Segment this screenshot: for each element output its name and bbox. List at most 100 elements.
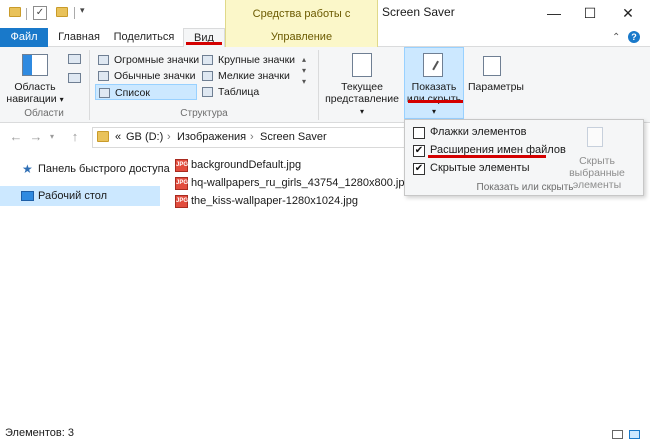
hide-selected-line1: Скрыть выбранные	[569, 155, 625, 179]
tab-file[interactable]: Файл	[0, 28, 48, 47]
file-name: hq-wallpapers_ru_girls_43754_1280x800.jp…	[191, 177, 411, 189]
breadcrumb-screen-saver[interactable]: Screen Saver	[260, 131, 327, 143]
breadcrumb-separator[interactable]: ›	[167, 131, 171, 143]
layout-small-icons[interactable]: Мелкие значки	[199, 68, 299, 84]
new-folder-icon[interactable]	[56, 7, 68, 17]
item-checkboxes-label: Флажки элементов	[430, 126, 527, 138]
file-extensions-checkbox[interactable]: ✔	[413, 145, 425, 157]
options-icon	[483, 56, 501, 76]
current-view-line2: представление	[325, 93, 399, 105]
current-view-button[interactable]: Текущее представление ▾	[322, 81, 402, 118]
layout-large-icons[interactable]: Крупные значки	[199, 52, 299, 68]
list-item[interactable]: JPG backgroundDefault.jpg	[174, 157, 414, 174]
options-label: Параметры	[468, 81, 524, 93]
divider	[26, 8, 27, 20]
show-hide-line1: Показать	[411, 81, 457, 93]
jpg-file-icon: JPG	[175, 195, 188, 208]
tab-view[interactable]: Вид	[183, 28, 225, 48]
navpane-label: Панель быстрого доступа	[38, 163, 170, 175]
annotation-underline-view	[186, 42, 222, 45]
layout-label: Мелкие значки	[218, 70, 290, 82]
help-icon[interactable]: ?	[628, 31, 640, 43]
layout-label: Список	[115, 87, 150, 99]
tab-share[interactable]: Поделиться	[110, 28, 178, 47]
items-count: Элементов: 3	[5, 427, 74, 439]
large-icons-view-icon[interactable]	[629, 430, 640, 439]
jpg-file-icon: JPG	[175, 177, 188, 190]
chevron-down-icon: ▾	[431, 107, 436, 116]
preview-pane-icon[interactable]	[68, 54, 81, 64]
folder-icon	[9, 7, 21, 17]
desktop-icon	[21, 191, 34, 201]
details-view-icon[interactable]	[612, 430, 623, 439]
breadcrumb-separator[interactable]: ›	[250, 131, 254, 143]
layout-extra-large-icons[interactable]: Огромные значки	[95, 52, 200, 68]
divider	[74, 7, 75, 19]
star-icon: ★	[22, 162, 33, 176]
group-label-show-hide: Показать или скрыть	[476, 182, 574, 193]
nav-pane-label-line2: навигации	[6, 93, 57, 105]
group-label-areas: Области	[24, 108, 64, 119]
recent-dropdown-icon[interactable]: ▾	[46, 128, 58, 146]
hide-selected-icon	[587, 127, 603, 147]
layout-label: Крупные значки	[218, 54, 296, 66]
ribbon-collapse-icon[interactable]: ⌃	[612, 32, 620, 43]
layout-list[interactable]: Список	[95, 84, 197, 100]
layout-scroll-icon[interactable]: ▴ ▾ ▾	[302, 54, 306, 87]
layout-label: Огромные значки	[114, 54, 200, 66]
layout-details[interactable]: Таблица	[199, 84, 299, 100]
breadcrumb-drive[interactable]: GB (D:)	[126, 131, 163, 143]
divider	[318, 50, 319, 120]
item-checkboxes-option[interactable]: Флажки элементов	[405, 124, 545, 141]
back-arrow-icon[interactable]: ←	[7, 128, 25, 146]
current-view-line1: Текущее	[341, 81, 383, 93]
file-name: backgroundDefault.jpg	[191, 159, 302, 171]
window-title: Screen Saver	[382, 5, 455, 19]
options-button[interactable]: Параметры	[466, 81, 526, 93]
navigation-pane-button[interactable]: Область навигации ▾	[3, 81, 67, 106]
file-name: the_kiss-wallpaper-1280x1024.jpg	[191, 195, 358, 207]
details-pane-icon[interactable]	[68, 73, 81, 83]
close-button[interactable]: ✕	[610, 0, 646, 28]
jpg-file-icon: JPG	[175, 159, 188, 172]
up-arrow-icon[interactable]: ↑	[66, 128, 84, 146]
path-prefix[interactable]: «	[115, 131, 121, 143]
group-label-structure: Структура	[180, 108, 228, 119]
list-item[interactable]: JPG hq-wallpapers_ru_girls_43754_1280x80…	[174, 175, 414, 192]
list-item[interactable]: JPG the_kiss-wallpaper-1280x1024.jpg	[174, 193, 414, 210]
navpane-label: Рабочий стол	[38, 190, 108, 202]
picture-tools-context: Средства работы с рисунками	[225, 0, 378, 48]
annotation-underline-show-hide	[408, 100, 463, 103]
item-checkboxes-checkbox[interactable]	[413, 127, 425, 139]
hidden-items-option[interactable]: ✔ Скрытые элементы	[405, 160, 545, 177]
status-bar: Элементов: 3	[0, 426, 650, 444]
maximize-button[interactable]: ☐	[572, 0, 608, 28]
ribbon-tabs: Файл Главная Поделиться Вид Управление ⌃…	[0, 28, 650, 48]
nav-pane-label-line1: Область	[14, 81, 56, 93]
title-bar: ✓ ▾ Средства работы с рисунками Screen S…	[0, 0, 650, 48]
show-hide-line2: или скрыть	[406, 93, 462, 105]
navpane-desktop[interactable]: Рабочий стол	[0, 186, 160, 206]
layout-medium-icons[interactable]: Обычные значки	[95, 68, 197, 84]
tab-home[interactable]: Главная	[51, 28, 107, 47]
navigation-pane-icon	[22, 54, 48, 76]
hidden-items-checkbox[interactable]: ✔	[413, 163, 425, 175]
tab-manage[interactable]: Управление	[225, 28, 378, 47]
ribbon: Область навигации ▾ Области Огромные зна…	[0, 47, 650, 123]
minimize-button[interactable]: —	[536, 0, 572, 28]
hidden-items-label: Скрытые элементы	[430, 162, 530, 174]
properties-icon[interactable]: ✓	[33, 6, 47, 20]
annotation-underline-extensions	[428, 155, 546, 158]
layout-label: Таблица	[218, 86, 260, 98]
show-hide-icon	[423, 53, 443, 77]
navpane-quick-access[interactable]: ★ Панель быстрого доступа	[0, 159, 170, 179]
layout-label: Обычные значки	[114, 70, 196, 82]
quick-access-dropdown-icon[interactable]: ▾	[80, 5, 85, 16]
folder-icon	[97, 131, 109, 142]
address-bar[interactable]: « GB (D:) › Изображения › Screen Saver	[92, 127, 409, 148]
current-view-icon	[352, 53, 372, 77]
chevron-down-icon: ▾	[59, 95, 64, 104]
breadcrumb-images[interactable]: Изображения	[177, 131, 246, 143]
forward-arrow-icon[interactable]: →	[27, 128, 45, 146]
chevron-down-icon: ▾	[359, 107, 364, 116]
